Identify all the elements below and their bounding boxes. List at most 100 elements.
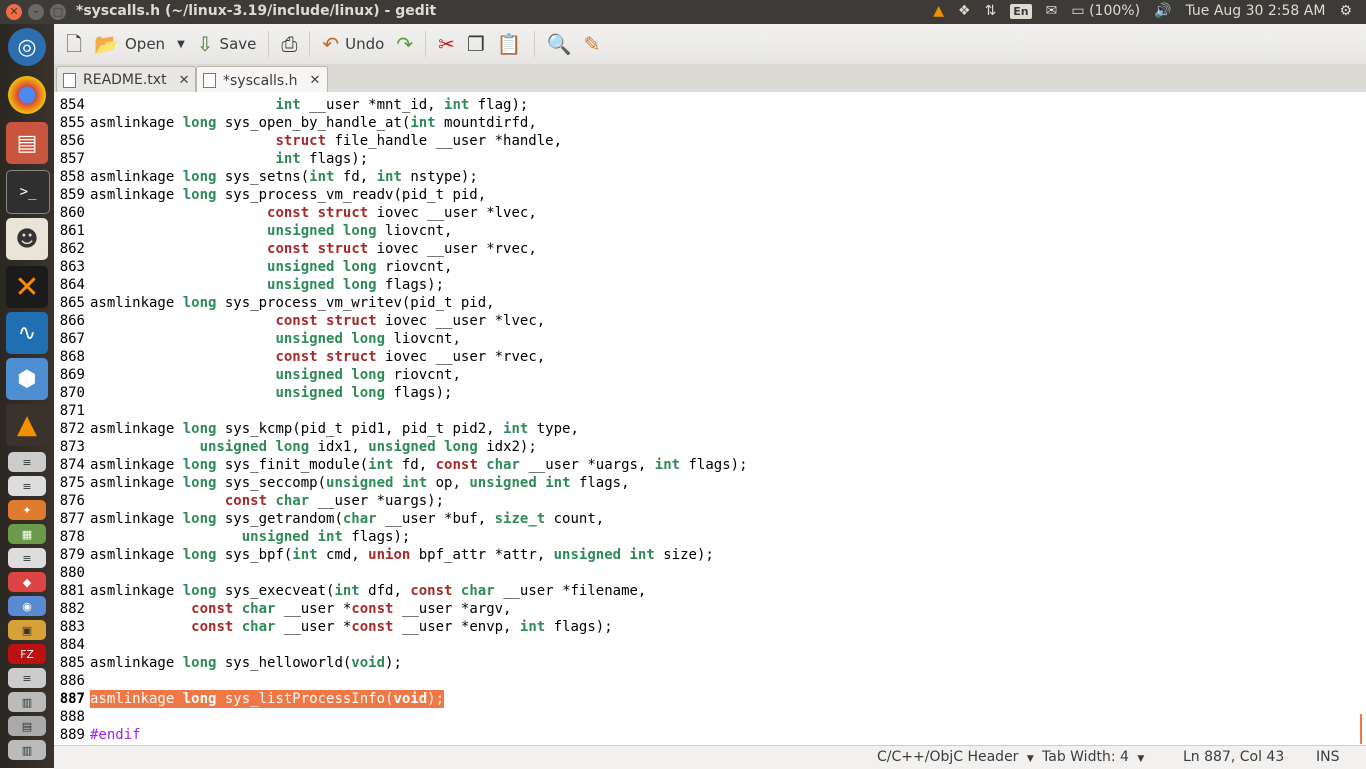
code-line[interactable]: const struct iovec __user *lvec,	[90, 312, 545, 330]
minimize-window-button[interactable]: –	[28, 4, 44, 20]
line-number: 859	[59, 187, 85, 203]
tab-label: README.txt	[83, 72, 167, 88]
close-tab-icon[interactable]: ✕	[179, 73, 190, 88]
launcher-app-8-icon[interactable]: ▣	[8, 620, 46, 640]
code-line[interactable]: unsigned long riovcnt,	[90, 258, 452, 276]
launcher-app-7-icon[interactable]: ◉	[8, 596, 46, 616]
code-line[interactable]: asmlinkage long sys_open_by_handle_at(in…	[90, 114, 537, 132]
code-line[interactable]: asmlinkage long sys_execveat(int dfd, co…	[90, 582, 646, 600]
vlc-icon[interactable]: ▲	[6, 404, 48, 446]
code-line[interactable]: asmlinkage long sys_process_vm_readv(pid…	[90, 186, 486, 204]
mail-icon[interactable]: ✉	[1046, 3, 1058, 19]
line-number: 857	[59, 151, 85, 167]
dash-home-icon[interactable]: ◎	[8, 28, 46, 66]
save-button[interactable]: ⇩ Save	[191, 27, 263, 61]
code-line[interactable]: const struct iovec __user *rvec,	[90, 348, 545, 366]
battery-indicator[interactable]: ▭ (100%)	[1071, 3, 1140, 19]
line-number: 855	[59, 115, 85, 131]
tab-syscalls[interactable]: *syscalls.h ✕	[196, 66, 328, 94]
keyboard-layout-indicator[interactable]: En	[1010, 3, 1032, 19]
line-number: 872	[59, 421, 85, 437]
virtualbox-icon[interactable]: ⬢	[6, 358, 48, 400]
volume-icon[interactable]: 🔊	[1154, 3, 1171, 19]
line-number: 867	[59, 331, 85, 347]
chrome-icon[interactable]	[8, 76, 46, 114]
pidgin-icon[interactable]: ☻	[6, 218, 48, 260]
clock[interactable]: Tue Aug 30 2:58 AM	[1185, 3, 1325, 19]
network-icon[interactable]: ⇅	[985, 3, 997, 19]
tab-width-selector[interactable]: Tab Width: 4 ▼	[1042, 749, 1144, 765]
code-line[interactable]: asmlinkage long sys_listProcessInfo(void…	[90, 690, 444, 708]
line-number: 884	[59, 637, 85, 653]
line-number: 864	[59, 277, 85, 293]
line-number: 865	[59, 295, 85, 311]
code-line[interactable]: asmlinkage long sys_getrandom(char __use…	[90, 510, 604, 528]
terminal-icon[interactable]: >_	[6, 170, 50, 214]
code-line[interactable]: asmlinkage long sys_finit_module(int fd,…	[90, 456, 748, 474]
code-line[interactable]: struct file_handle __user *handle,	[90, 132, 562, 150]
open-button[interactable]: 📂 Open ▼	[88, 27, 191, 61]
code-line[interactable]: asmlinkage long sys_helloworld(void);	[90, 654, 402, 672]
code-line[interactable]: #endif	[90, 726, 141, 744]
line-number: 874	[59, 457, 85, 473]
maximize-window-button[interactable]: □	[50, 4, 66, 20]
filezilla-icon[interactable]: FZ	[8, 644, 46, 664]
code-line[interactable]: const char __user *const __user *envp, i…	[90, 618, 613, 636]
xchat-icon[interactable]: ✕	[6, 266, 48, 308]
launcher-app-2-icon[interactable]: ≡	[8, 476, 46, 496]
code-line[interactable]: asmlinkage long sys_seccomp(unsigned int…	[90, 474, 630, 492]
language-selector[interactable]: C/C++/ObjC Header ▼	[877, 749, 1034, 765]
code-line[interactable]: asmlinkage long sys_setns(int fd, int ns…	[90, 168, 478, 186]
code-line[interactable]: const struct iovec __user *rvec,	[90, 240, 537, 258]
undo-button[interactable]: ↶ Undo	[316, 27, 390, 61]
code-line[interactable]: unsigned long riovcnt,	[90, 366, 460, 384]
cut-button[interactable]: ✂	[432, 27, 461, 61]
new-document-button[interactable]: 🗋	[60, 27, 88, 61]
code-line[interactable]: unsigned long idx1, unsigned long idx2);	[90, 438, 537, 456]
close-tab-icon[interactable]: ✕	[310, 73, 321, 88]
code-line[interactable]: asmlinkage long sys_kcmp(pid_t pid1, pid…	[90, 420, 579, 438]
code-line[interactable]: asmlinkage long sys_bpf(int cmd, union b…	[90, 546, 714, 564]
vlc-tray-icon[interactable]: ▲	[933, 3, 944, 19]
paste-icon: 📋	[496, 32, 522, 56]
text-editor[interactable]: 854 855 856 857 858 859 860 861 862 863 864 865 866 8…	[54, 92, 1366, 745]
workspace-switcher-icon[interactable]: ▥	[8, 692, 46, 712]
code-line[interactable]: unsigned int flags);	[90, 528, 411, 546]
save-label: Save	[219, 35, 257, 53]
tab-readme[interactable]: README.txt ✕	[56, 66, 196, 93]
files-icon[interactable]: ▤	[6, 122, 48, 164]
launcher-app-9-icon[interactable]: ≡	[8, 668, 46, 688]
replace-button[interactable]: ✎	[578, 27, 607, 61]
code-line[interactable]: unsigned long liovcnt,	[90, 330, 460, 348]
trash-icon[interactable]: ▤	[8, 716, 46, 736]
code-line[interactable]: unsigned long flags);	[90, 276, 444, 294]
chevron-down-icon[interactable]: ▼	[177, 39, 185, 50]
code-line[interactable]: int __user *mnt_id, int flag);	[90, 96, 528, 114]
launcher-app-5-icon[interactable]: ≡	[8, 548, 46, 568]
code-line[interactable]: int flags);	[90, 150, 368, 168]
close-window-button[interactable]: ✕	[6, 4, 22, 20]
settings-gear-icon[interactable]: ⚙	[1339, 3, 1352, 19]
launcher-app-4-icon[interactable]: ▦	[8, 524, 46, 544]
code-line[interactable]: unsigned long flags);	[90, 384, 452, 402]
folder-icon: 📂	[94, 32, 119, 56]
line-number: 860	[59, 205, 85, 221]
code-line[interactable]: asmlinkage long sys_process_vm_writev(pi…	[90, 294, 495, 312]
code-line[interactable]: const struct iovec __user *lvec,	[90, 204, 537, 222]
paste-button[interactable]: 📋	[491, 27, 528, 61]
code-line[interactable]: const char __user *const __user *argv,	[90, 600, 511, 618]
code-line[interactable]: unsigned long liovcnt,	[90, 222, 452, 240]
find-button[interactable]: 🔍	[541, 27, 578, 61]
code-line[interactable]: const char __user *uargs);	[90, 492, 444, 510]
copy-button[interactable]: ❐	[461, 27, 491, 61]
launcher-app-10-icon[interactable]: ▥	[8, 740, 46, 760]
wireshark-icon[interactable]: ∿	[6, 312, 48, 354]
dropbox-icon[interactable]: ❖	[958, 3, 971, 19]
launcher-app-3-icon[interactable]: ✦	[8, 500, 46, 520]
launcher-app-1-icon[interactable]: ≡	[8, 452, 46, 472]
redo-button[interactable]: ↷	[390, 27, 419, 61]
line-number: 888	[59, 709, 85, 725]
print-button[interactable]: ⎙	[275, 27, 303, 61]
launcher-app-6-icon[interactable]: ◆	[8, 572, 46, 592]
redo-icon: ↷	[396, 32, 414, 56]
